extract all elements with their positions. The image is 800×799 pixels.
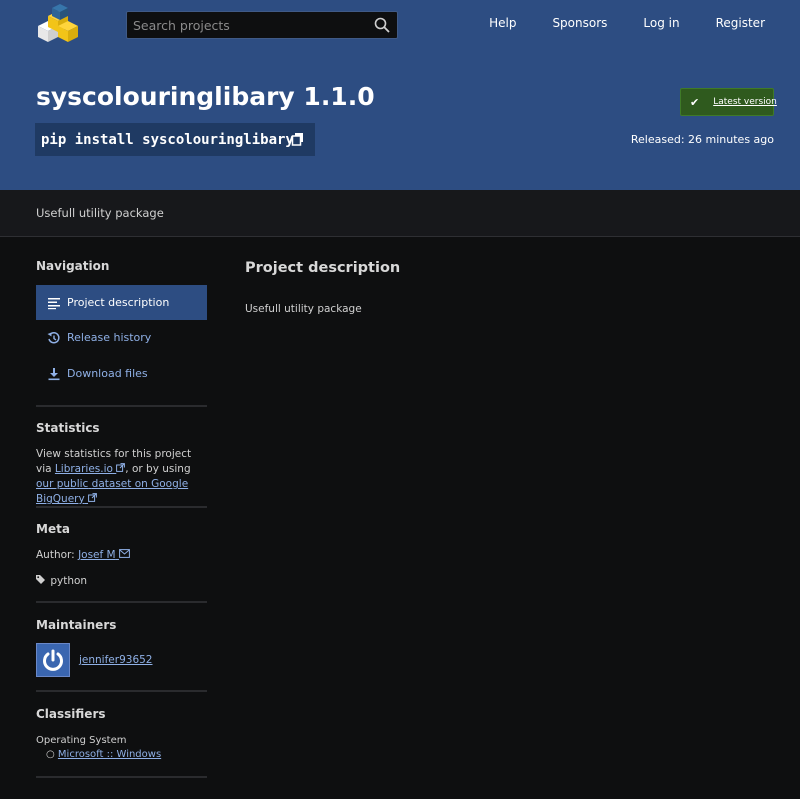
libraries-io-label: Libraries.io bbox=[54, 463, 113, 475]
divider bbox=[36, 506, 207, 508]
divider bbox=[36, 601, 207, 603]
external-link-icon bbox=[116, 463, 126, 472]
align-left-icon bbox=[48, 297, 60, 309]
divider bbox=[36, 405, 207, 407]
copy-icon[interactable] bbox=[291, 132, 305, 146]
project-description-body: Usefull utility package bbox=[245, 303, 362, 315]
project-description-heading: Project description bbox=[245, 260, 401, 276]
bigquery-label-a: our public bbox=[36, 478, 89, 490]
login-link[interactable]: Log in bbox=[643, 16, 679, 30]
sidebar-item-label: Release history bbox=[67, 331, 152, 344]
statistics-heading: Statistics bbox=[36, 421, 100, 435]
statistics-text: View statistics for this project via Lib… bbox=[36, 447, 208, 507]
external-link-icon bbox=[88, 493, 97, 502]
bigquery-link[interactable]: our public dataset on Google BigQuery bbox=[36, 478, 188, 505]
author-link[interactable]: Josef M bbox=[78, 549, 130, 561]
sponsors-link[interactable]: Sponsors bbox=[552, 16, 607, 30]
package-summary: Usefull utility package bbox=[36, 206, 164, 220]
envelope-icon bbox=[119, 549, 130, 558]
maintainer-link[interactable]: jennifer93652 bbox=[79, 654, 152, 666]
author-label: Author: bbox=[36, 549, 75, 561]
tag-line: python bbox=[36, 574, 87, 587]
pypi-logo-icon[interactable] bbox=[32, 2, 82, 44]
bullet-icon: ○ bbox=[46, 749, 55, 760]
sidebar-item-release-history[interactable]: Release history bbox=[36, 320, 207, 355]
package-summary-bar: Usefull utility package bbox=[0, 190, 800, 237]
sidebar-item-project-description[interactable]: Project description bbox=[36, 285, 207, 320]
maintainers-heading: Maintainers bbox=[36, 618, 117, 632]
power-icon bbox=[43, 649, 63, 671]
tags-icon bbox=[36, 575, 45, 584]
search-input[interactable] bbox=[127, 12, 367, 38]
pip-command-box: pip install syscolouringlibary bbox=[35, 123, 315, 156]
classifier-item: ○ Microsoft :: Windows bbox=[46, 749, 161, 760]
author-name: Josef M bbox=[78, 549, 116, 561]
check-icon: ✔ bbox=[690, 95, 700, 109]
help-link[interactable]: Help bbox=[489, 16, 516, 30]
search-box bbox=[126, 11, 398, 39]
latest-version-link[interactable]: Latest version bbox=[713, 97, 777, 107]
package-title: syscolouringlibary 1.1.0 bbox=[36, 82, 375, 111]
libraries-io-link[interactable]: Libraries.io bbox=[54, 463, 126, 475]
meta-heading: Meta bbox=[36, 522, 70, 536]
tag-python: python bbox=[50, 575, 88, 587]
search-icon[interactable] bbox=[373, 16, 391, 34]
avatar[interactable] bbox=[36, 643, 70, 677]
classifiers-heading: Classifiers bbox=[36, 707, 106, 721]
author-line: Author: Josef M bbox=[36, 549, 130, 561]
header: Help Sponsors Log in Register syscolouri… bbox=[0, 0, 800, 190]
statistics-middle: , or by using bbox=[125, 463, 191, 475]
navigation-heading: Navigation bbox=[36, 259, 110, 273]
history-icon bbox=[47, 331, 60, 343]
latest-version-badge[interactable]: ✔ Latest version bbox=[680, 88, 777, 116]
download-icon bbox=[48, 367, 60, 380]
sidebar-item-download-files[interactable]: Download files bbox=[36, 356, 207, 391]
pip-command: pip install syscolouringlibary bbox=[41, 131, 294, 148]
register-link[interactable]: Register bbox=[716, 16, 765, 30]
os-heading: Operating System bbox=[36, 735, 127, 746]
sidebar-item-label: Project description bbox=[67, 296, 170, 309]
top-nav: Help Sponsors Log in Register bbox=[489, 16, 800, 30]
classifier-link[interactable]: Microsoft :: Windows bbox=[58, 749, 161, 760]
divider bbox=[36, 776, 207, 778]
divider bbox=[36, 690, 207, 692]
sidebar-item-label: Download files bbox=[67, 367, 148, 380]
release-date: Released: 26 minutes ago bbox=[630, 133, 774, 146]
